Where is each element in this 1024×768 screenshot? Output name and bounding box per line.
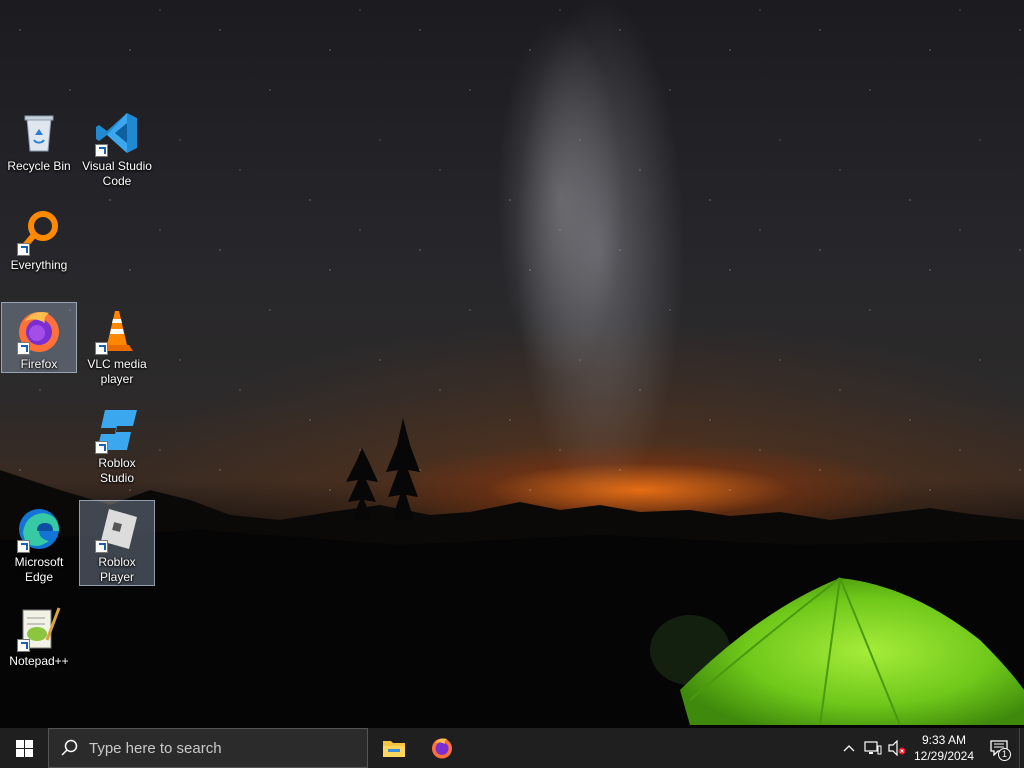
shortcut-arrow-icon [17, 243, 30, 256]
desktop-icon-label: Recycle Bin [7, 159, 71, 173]
desktop-icon-label: Visual Studio Code [82, 159, 152, 188]
shortcut-arrow-icon [95, 540, 108, 553]
roblox-studio-icon [93, 406, 141, 454]
notepad-plus-plus-icon [15, 604, 63, 652]
shortcut-arrow-icon [95, 144, 108, 157]
roblox-player-icon [93, 505, 141, 553]
desktop-icon-label: Firefox [20, 357, 58, 371]
volume-muted-icon[interactable] [885, 728, 909, 768]
vlc-cone-icon [93, 307, 141, 355]
firefox-icon [15, 307, 63, 355]
desktop-icon-edge[interactable]: Microsoft Edge [1, 500, 77, 586]
chevron-up-icon[interactable] [837, 728, 861, 768]
clock-date: 12/29/2024 [913, 749, 975, 763]
desktop-icon-everything[interactable]: Everything [1, 203, 77, 274]
taskbar-clock[interactable]: 9:33 AM 12/29/2024 [909, 732, 979, 764]
shortcut-arrow-icon [17, 639, 30, 652]
desktop-icon-label: VLC media player [87, 357, 147, 386]
desktop-icon-roblox-studio[interactable]: Roblox Studio [79, 401, 155, 487]
desktop-icon-label: Roblox Studio [98, 456, 136, 485]
show-desktop-button[interactable] [1019, 728, 1024, 768]
taskbar-file-explorer[interactable] [370, 728, 418, 768]
shortcut-arrow-icon [17, 540, 30, 553]
recycle-bin-icon [15, 109, 63, 157]
desktop-icon-label: Notepad++ [9, 654, 69, 668]
shortcut-arrow-icon [95, 342, 108, 355]
search-icon [49, 739, 89, 757]
vscode-icon [93, 109, 141, 157]
desktop-icon-recycle-bin[interactable]: Recycle Bin [1, 104, 77, 175]
notification-badge: 1 [998, 748, 1011, 761]
system-tray: 9:33 AM 12/29/2024 1 [837, 728, 1024, 768]
shortcut-arrow-icon [17, 342, 30, 355]
network-icon[interactable] [861, 728, 885, 768]
taskbar: Type here to search 9:33 AM 12/29/2024 1 [0, 728, 1024, 768]
desktop-icon-label: Roblox Player [98, 555, 136, 584]
taskbar-search-box[interactable]: Type here to search [48, 728, 368, 768]
shortcut-arrow-icon [95, 441, 108, 454]
taskbar-firefox[interactable] [418, 728, 466, 768]
edge-icon [15, 505, 63, 553]
desktop-icon-firefox[interactable]: Firefox [1, 302, 77, 373]
desktop-icon-notepad-plus-plus[interactable]: Notepad++ [1, 599, 77, 670]
desktop-icon-vlc[interactable]: VLC media player [79, 302, 155, 388]
desktop-icon-label: Microsoft Edge [14, 555, 64, 584]
desktop-icon-label: Everything [10, 258, 68, 272]
desktop-icon-roblox-player[interactable]: Roblox Player [79, 500, 155, 586]
action-center-button[interactable]: 1 [979, 728, 1019, 768]
search-placeholder: Type here to search [89, 739, 222, 757]
start-button[interactable] [0, 728, 48, 768]
windows-logo-icon [15, 739, 33, 757]
firefox-icon [432, 738, 452, 759]
everything-search-icon [15, 208, 63, 256]
clock-time: 9:33 AM [921, 733, 967, 747]
desktop-icon-vscode[interactable]: Visual Studio Code [79, 104, 155, 190]
folder-icon [383, 741, 405, 757]
